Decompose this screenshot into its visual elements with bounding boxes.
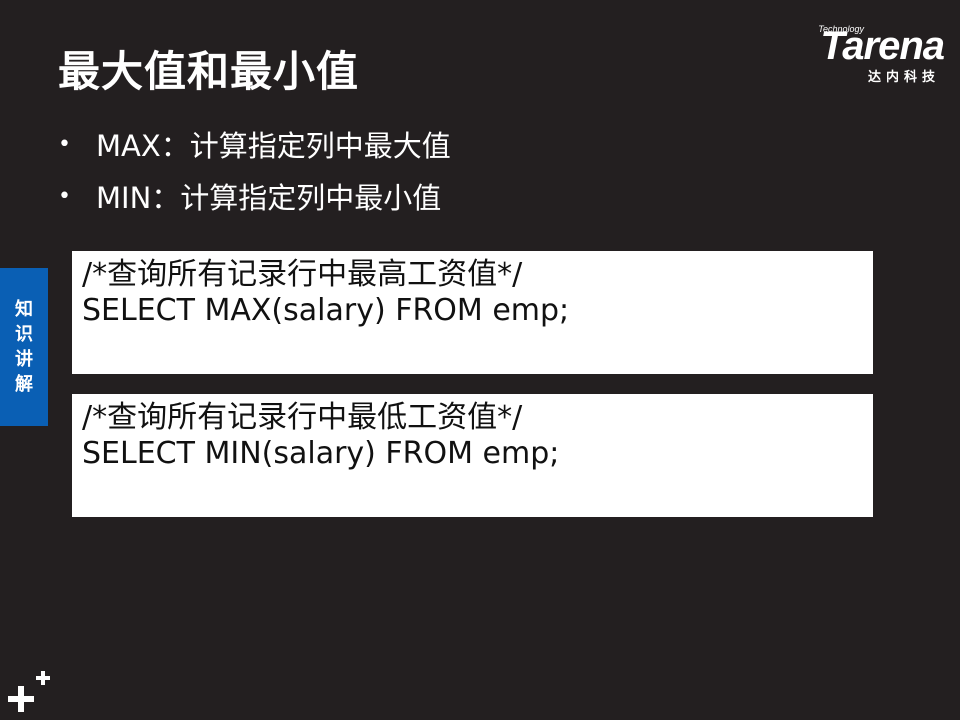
code-comment: /*查询所有记录行中最高工资值*/ (82, 257, 523, 292)
logo-subtitle: 达内科技 (867, 70, 940, 85)
side-tab-char: 知 (15, 299, 33, 320)
slide-title: 最大值和最小值 (58, 47, 360, 96)
side-tab-char: 解 (15, 374, 33, 395)
code-statement: SELECT MIN(salary) FROM emp; (82, 436, 560, 471)
plus-logo-icon (8, 671, 50, 712)
tarena-logo: Technology Tarena 达内科技 (782, 22, 945, 85)
bullet-item-min: • MIN：计算指定列中最小值 (58, 170, 451, 222)
bullet-dot-icon: • (58, 131, 71, 157)
side-tab-char: 识 (15, 324, 33, 345)
bullet-text: MAX：计算指定列中最大值 (96, 129, 451, 163)
bullet-text: MIN：计算指定列中最小值 (96, 181, 442, 215)
code-comment: /*查询所有记录行中最低工资值*/ (82, 400, 523, 435)
bullet-dot-icon: • (58, 183, 71, 209)
code-statement: SELECT MAX(salary) FROM emp; (82, 293, 570, 328)
bullet-item-max: • MAX：计算指定列中最大值 (58, 118, 451, 170)
code-block-min: /*查询所有记录行中最低工资值*/ SELECT MIN(salary) FRO… (72, 394, 873, 517)
logo-wordmark: Tarena (820, 24, 945, 68)
side-tab-knowledge: 知 识 讲 解 (0, 268, 48, 426)
side-tab-char: 讲 (15, 349, 33, 370)
code-block-max: /*查询所有记录行中最高工资值*/ SELECT MAX(salary) FRO… (72, 251, 873, 374)
bullet-list: • MAX：计算指定列中最大值 • MIN：计算指定列中最小值 (58, 118, 451, 222)
